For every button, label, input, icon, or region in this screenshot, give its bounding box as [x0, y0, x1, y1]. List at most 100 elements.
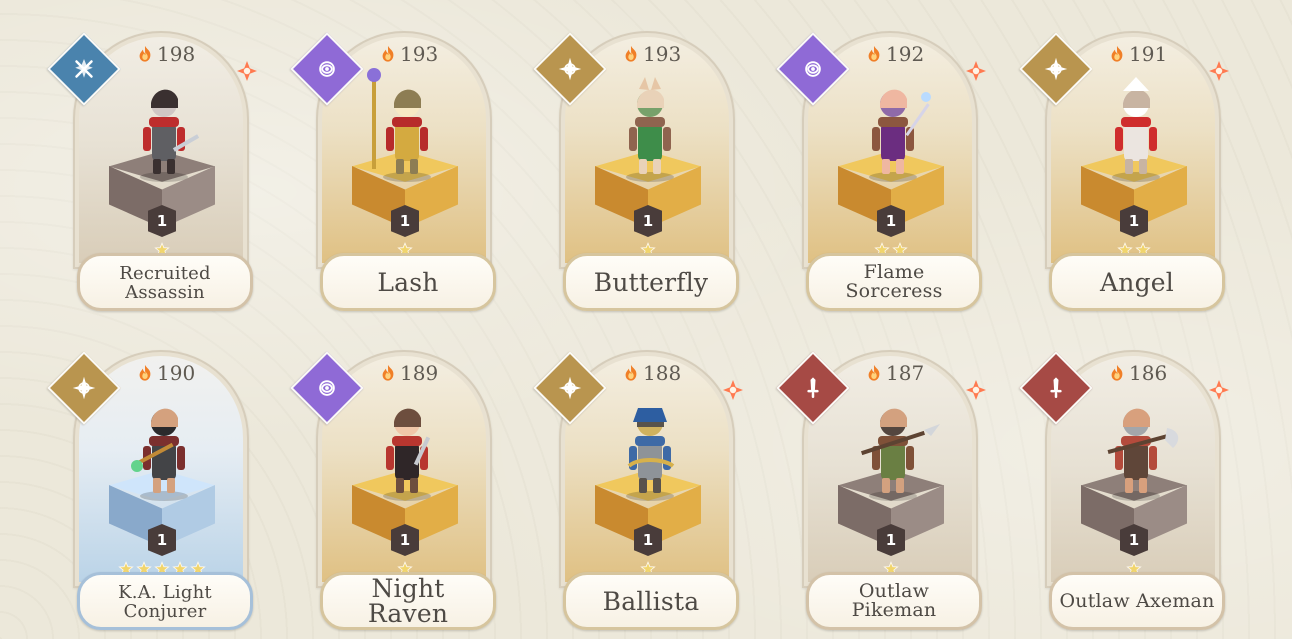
- hero-card[interactable]: 192 1 Flame Sorceress: [776, 31, 986, 311]
- power-value: 193: [400, 42, 439, 66]
- affinity-gem-icon: [1209, 380, 1229, 400]
- hero-name: Ballista: [602, 586, 700, 616]
- class-glyph: [546, 45, 594, 93]
- power-value: 198: [157, 42, 196, 66]
- axeman-sprite-icon: [1107, 408, 1179, 501]
- hero-name: K.A. Light Conjurer: [118, 581, 212, 622]
- hero-name-banner: Butterfly: [563, 253, 739, 311]
- flame-icon: [139, 45, 151, 62]
- power-value: 187: [886, 361, 925, 385]
- flame-icon: [1111, 45, 1123, 62]
- magic-circle-icon: [319, 61, 335, 77]
- ballista-sprite-icon: [626, 408, 675, 501]
- power-score: 186: [1108, 363, 1167, 383]
- power-score: 187: [865, 363, 924, 383]
- hero-level: 1: [391, 205, 419, 237]
- power-score: 188: [622, 363, 681, 383]
- class-glyph: [60, 364, 108, 412]
- hero-name-banner: Angel: [1049, 253, 1225, 311]
- power-score: 189: [379, 363, 438, 383]
- power-value: 193: [643, 42, 682, 66]
- hero-card[interactable]: 190 1 K.A. Light Conjurer: [47, 350, 257, 630]
- hero-name: Outlaw Pikeman: [851, 580, 937, 621]
- hero-name: Lash: [377, 267, 439, 297]
- hero-name-banner: Outlaw Axeman: [1049, 572, 1225, 630]
- power-value: 190: [157, 361, 196, 385]
- assassin-sprite-icon: [140, 89, 200, 182]
- hero-name: Butterfly: [593, 267, 709, 297]
- magic-circle-icon: [805, 61, 821, 77]
- power-value: 189: [400, 361, 439, 385]
- hero-level: 1: [877, 205, 905, 237]
- sorceress-sprite-icon: [869, 89, 931, 182]
- affinity-gem: [1209, 380, 1229, 400]
- hero-card[interactable]: 193 1 Lash: [290, 31, 500, 311]
- power-score: 192: [865, 44, 924, 64]
- hero-card[interactable]: 188 1 Ballista: [533, 350, 743, 630]
- affinity-gem-icon: [966, 61, 986, 81]
- power-icon: [1108, 45, 1126, 63]
- affinity-gem: [966, 61, 986, 81]
- magic-circle-icon: [319, 380, 335, 396]
- hero-card[interactable]: 198 1 Recruited Assassin: [47, 31, 257, 311]
- power-icon: [136, 45, 154, 63]
- power-value: 192: [886, 42, 925, 66]
- hero-name-banner: Night Raven: [320, 572, 496, 630]
- hero-card[interactable]: 191 1 Angel: [1019, 31, 1229, 311]
- class-glyph: [546, 364, 594, 412]
- flame-icon: [868, 45, 880, 62]
- class-glyph: [1032, 45, 1080, 93]
- hero-level: 1: [877, 524, 905, 556]
- class-glyph: [789, 45, 837, 93]
- hero-name: Angel: [1100, 267, 1174, 297]
- pikeman-sprite-icon: [860, 408, 940, 501]
- power-value: 186: [1129, 361, 1168, 385]
- hero-level: 1: [634, 205, 662, 237]
- power-icon: [1108, 364, 1126, 382]
- hero-name-banner: Recruited Assassin: [77, 253, 253, 311]
- hero-name: Night Raven: [367, 574, 449, 628]
- angel-sprite-icon: [1112, 77, 1160, 182]
- hero-level: 1: [1120, 205, 1148, 237]
- compass-star-icon: [558, 57, 582, 81]
- hero-name: Recruited Assassin: [119, 262, 211, 303]
- power-icon: [136, 364, 154, 382]
- affinity-gem: [723, 380, 743, 400]
- conjurer-sprite-icon: [131, 408, 188, 501]
- hero-card[interactable]: 186 1 Outlaw Axeman: [1019, 350, 1229, 630]
- power-icon: [622, 364, 640, 382]
- power-score: 191: [1108, 44, 1167, 64]
- class-glyph: [60, 45, 108, 93]
- compass-star-icon: [1044, 57, 1068, 81]
- priest-sprite-icon: [367, 68, 431, 182]
- hero-name-banner: Lash: [320, 253, 496, 311]
- affinity-gem: [966, 380, 986, 400]
- affinity-gem-icon: [966, 380, 986, 400]
- power-value: 188: [643, 361, 682, 385]
- hero-name-banner: Ballista: [563, 572, 739, 630]
- power-icon: [379, 364, 397, 382]
- hero-name-banner: K.A. Light Conjurer: [77, 572, 253, 630]
- compass-star-icon: [72, 376, 96, 400]
- hero-level: 1: [391, 524, 419, 556]
- sword-icon: [1050, 377, 1062, 398]
- power-value: 191: [1129, 42, 1168, 66]
- hero-name: Flame Sorceress: [845, 261, 943, 302]
- hero-card[interactable]: 193 1 Butterfly: [533, 31, 743, 311]
- power-score: 193: [379, 44, 438, 64]
- flame-icon: [868, 364, 880, 381]
- flame-icon: [382, 364, 394, 381]
- hero-card[interactable]: 189 1 Night Raven: [290, 350, 500, 630]
- flame-icon: [1111, 364, 1123, 381]
- affinity-gem-icon: [1209, 61, 1229, 81]
- hero-name: Outlaw Axeman: [1059, 589, 1215, 612]
- power-score: 193: [622, 44, 681, 64]
- flame-icon: [382, 45, 394, 62]
- flame-icon: [139, 364, 151, 381]
- hero-name-banner: Outlaw Pikeman: [806, 572, 982, 630]
- raven-sprite-icon: [383, 408, 431, 501]
- affinity-gem-icon: [237, 61, 257, 81]
- class-glyph: [789, 364, 837, 412]
- power-score: 198: [136, 44, 195, 64]
- hero-card[interactable]: 187 1 Outlaw Pikeman: [776, 350, 986, 630]
